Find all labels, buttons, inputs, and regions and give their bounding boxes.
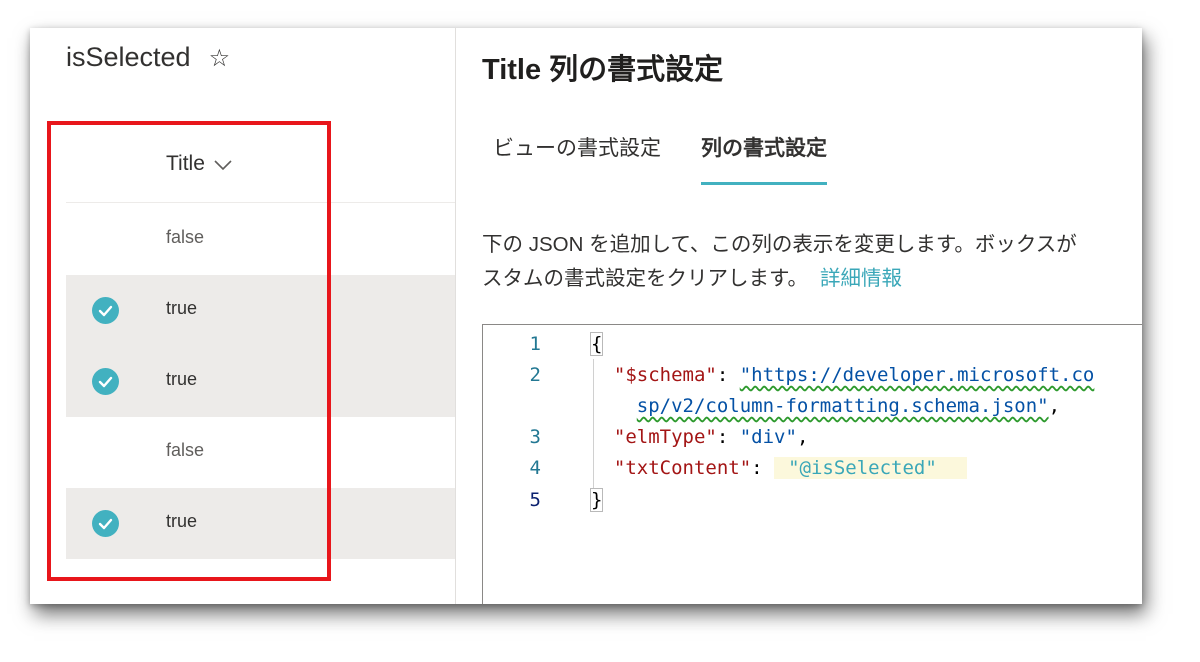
code-line: }: [589, 488, 604, 512]
line-number: 5: [529, 489, 541, 511]
description-line-1: 下の JSON を追加して、この列の表示を変更します。ボックスが: [482, 233, 1077, 256]
elmtype-value: "div": [739, 426, 797, 448]
row-value: false: [166, 440, 205, 460]
description-line-2-text: スタムの書式設定をクリアします。: [482, 267, 808, 290]
tab-view-formatting[interactable]: ビューの書式設定: [493, 132, 661, 185]
chevron-down-icon: [213, 157, 233, 171]
list-row[interactable]: false: [66, 204, 455, 275]
row-check-icon[interactable]: [92, 297, 119, 324]
description-line-2: スタムの書式設定をクリアします。 詳細情報: [482, 262, 1142, 296]
title-column-header[interactable]: Title: [166, 152, 233, 176]
code-line: "elmType": "div",: [613, 426, 809, 448]
column-header-row: Title: [66, 128, 455, 203]
row-value: false: [166, 227, 205, 247]
panel-title: Title 列の書式設定: [482, 54, 724, 86]
favorite-star-icon[interactable]: ☆: [209, 46, 231, 70]
tab-column-formatting[interactable]: 列の書式設定: [701, 132, 827, 185]
line-number: 2: [529, 364, 541, 386]
txtcontent-key: "txtContent": [613, 457, 752, 479]
row-check-icon[interactable]: [92, 510, 119, 537]
view-title-text: isSelected: [66, 42, 191, 72]
list-row[interactable]: true: [66, 488, 455, 559]
row-value: true: [166, 511, 198, 531]
row-check-icon[interactable]: [92, 368, 119, 395]
line-number: 4: [529, 457, 541, 479]
learn-more-link[interactable]: 詳細情報: [820, 267, 902, 290]
format-column-panel: Title 列の書式設定 ビューの書式設定 列の書式設定 下の JSON を追加…: [456, 28, 1142, 604]
code-line: sp/v2/column-formatting.schema.json",: [636, 395, 1061, 417]
sharepoint-window: isSelected ☆ Title false true true false…: [30, 28, 1142, 604]
list-row[interactable]: true: [66, 346, 455, 417]
code-line: {: [589, 332, 604, 356]
list-row[interactable]: true: [66, 275, 455, 346]
schema-url-continued[interactable]: sp/v2/column-formatting.schema.json": [637, 395, 1049, 417]
line-number: 1: [529, 333, 541, 355]
line-number: 3: [529, 426, 541, 448]
open-brace: {: [589, 332, 604, 356]
panel-description: 下の JSON を追加して、この列の表示を変更します。ボックスが スタムの書式設…: [482, 228, 1142, 296]
list-view: isSelected ☆ Title false true true false…: [30, 28, 455, 604]
view-title: isSelected ☆: [66, 42, 230, 73]
code-line: "$schema": "https://developer.microsoft.…: [613, 364, 1095, 386]
row-value: true: [166, 369, 198, 389]
list-rows: false true true false true: [66, 204, 455, 559]
elmtype-key: "elmType": [613, 426, 717, 448]
code-line: "txtContent": "@isSelected": [591, 457, 967, 479]
column-header-label: Title: [166, 152, 205, 175]
close-brace: }: [589, 488, 604, 512]
format-tabs: ビューの書式設定 列の書式設定: [493, 132, 867, 185]
list-row[interactable]: false: [66, 417, 455, 488]
schema-key: "$schema": [613, 364, 717, 386]
txtcontent-value: "@isSelected": [774, 457, 967, 479]
row-value: true: [166, 298, 198, 318]
json-editor[interactable]: 1 2 3 4 5 { "$schema": "https://develope…: [482, 324, 1142, 604]
schema-url[interactable]: "https://developer.microsoft.co: [740, 364, 1095, 386]
